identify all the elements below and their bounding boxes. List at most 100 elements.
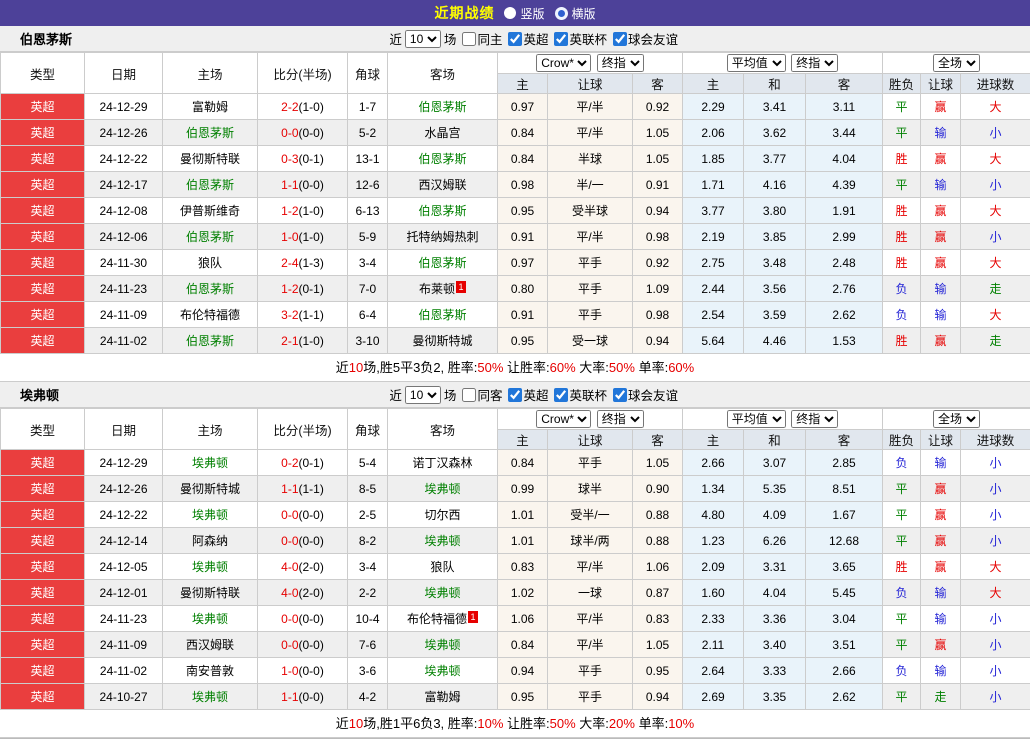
league-badge: 英超 <box>1 476 85 502</box>
match-date: 24-11-02 <box>85 658 163 684</box>
league-badge: 英超 <box>1 302 85 328</box>
league-filter-option[interactable]: 球会友谊 <box>610 29 678 48</box>
league-checkbox[interactable] <box>508 32 522 46</box>
league-badge: 英超 <box>1 684 85 710</box>
odds-away: 0.90 <box>633 476 683 502</box>
avg-away-odds: 2.62 <box>806 684 883 710</box>
summary-segment: 场,胜5平3负2, 胜率: <box>363 360 477 375</box>
section-header-bar: 伯恩茅斯 近 10 场 同主 英超 英联杯 <box>0 26 1030 52</box>
handicap-line: 平/半 <box>548 554 633 580</box>
odds-home: 0.95 <box>498 328 548 354</box>
match-date: 24-12-22 <box>85 502 163 528</box>
handicap-line: 平/半 <box>548 120 633 146</box>
league-checkbox[interactable] <box>613 32 627 46</box>
avg-home-odds: 1.85 <box>683 146 744 172</box>
odds-away: 1.05 <box>633 120 683 146</box>
odds-group-header: Crow* 终指 <box>498 53 683 74</box>
home-team: 埃弗顿 <box>163 450 258 476</box>
league-filter-option[interactable]: 球会友谊 <box>610 385 678 404</box>
col-header-home: 主场 <box>163 409 258 450</box>
col-header-score: 比分(半场) <box>258 409 348 450</box>
fulltime-select[interactable]: 全场 <box>933 54 980 72</box>
away-team: 诺丁汉森林 <box>388 450 498 476</box>
score: 4-0(2-0) <box>258 580 348 606</box>
league-checkbox[interactable] <box>613 388 627 402</box>
odds-away: 0.98 <box>633 302 683 328</box>
score: 1-2(1-0) <box>258 198 348 224</box>
subcol-odds-away: 客 <box>633 74 683 94</box>
home-team: 狼队 <box>163 250 258 276</box>
avg-source-select[interactable]: 平均值 <box>727 54 786 72</box>
match-row: 英超24-11-30狼队2-4(1-3)3-4伯恩茅斯0.97平手0.922.7… <box>1 250 1030 276</box>
games-count-select[interactable]: 10 <box>405 386 441 404</box>
avg-away-odds: 4.04 <box>806 146 883 172</box>
league-filter-option[interactable]: 英联杯 <box>551 29 607 48</box>
result-goals: 小 <box>961 476 1030 502</box>
league-checkbox[interactable] <box>554 388 568 402</box>
same-venue-checkbox[interactable] <box>462 388 476 402</box>
score: 0-0(0-0) <box>258 632 348 658</box>
same-venue-option[interactable]: 同客 <box>459 385 502 404</box>
corner-score: 6-13 <box>348 198 388 224</box>
subcol-odds-away: 客 <box>633 430 683 450</box>
away-team: 伯恩茅斯 <box>388 146 498 172</box>
red-card-badge: 1 <box>468 611 478 623</box>
match-date: 24-12-05 <box>85 554 163 580</box>
corner-score: 3-4 <box>348 250 388 276</box>
odds-source-select[interactable]: Crow* <box>536 54 591 72</box>
fulltime-select[interactable]: 全场 <box>933 410 980 428</box>
league-filter-option[interactable]: 英超 <box>505 29 548 48</box>
odds-away: 1.05 <box>633 450 683 476</box>
radio-unselected-icon <box>555 7 568 20</box>
avg-home-odds: 4.80 <box>683 502 744 528</box>
avg-source-select[interactable]: 平均值 <box>727 410 786 428</box>
avg-away-odds: 2.85 <box>806 450 883 476</box>
result-handicap: 输 <box>921 580 961 606</box>
col-header-corner: 角球 <box>348 409 388 450</box>
summary-segment: 大率: <box>576 716 609 731</box>
odds-time-select[interactable]: 终指 <box>597 410 644 428</box>
same-venue-checkbox[interactable] <box>462 32 476 46</box>
odds-home: 0.91 <box>498 302 548 328</box>
league-badge: 英超 <box>1 632 85 658</box>
away-team: 托特纳姆热刺 <box>388 224 498 250</box>
league-filter-option[interactable]: 英超 <box>505 385 548 404</box>
games-count-select[interactable]: 10 <box>405 30 441 48</box>
layout-option-vertical[interactable]: 竖版 <box>504 5 544 22</box>
avg-draw-odds: 3.85 <box>744 224 806 250</box>
home-team: 埃弗顿 <box>163 502 258 528</box>
odds-time-select[interactable]: 终指 <box>597 54 644 72</box>
summary-segment: 10 <box>349 716 363 731</box>
summary-segment: 10% <box>477 716 503 731</box>
league-checkbox[interactable] <box>508 388 522 402</box>
avg-away-odds: 1.67 <box>806 502 883 528</box>
score: 0-0(0-0) <box>258 502 348 528</box>
layout-option-horizontal[interactable]: 横版 <box>555 5 596 22</box>
same-venue-option[interactable]: 同主 <box>459 29 502 48</box>
result-goals: 走 <box>961 276 1030 302</box>
match-date: 24-12-14 <box>85 528 163 554</box>
handicap-line: 平/半 <box>548 94 633 120</box>
league-filter-option[interactable]: 英联杯 <box>551 385 607 404</box>
layout-option-horizontal-label: 横版 <box>572 5 596 22</box>
avg-draw-odds: 4.16 <box>744 172 806 198</box>
handicap-line: 平手 <box>548 250 633 276</box>
score: 3-2(1-1) <box>258 302 348 328</box>
avg-draw-odds: 4.04 <box>744 580 806 606</box>
league-checkbox[interactable] <box>554 32 568 46</box>
match-row: 英超24-12-26伯恩茅斯0-0(0-0)5-2水晶宫0.84平/半1.052… <box>1 120 1030 146</box>
score: 1-1(0-0) <box>258 172 348 198</box>
handicap-line: 半/一 <box>548 172 633 198</box>
corner-score: 4-2 <box>348 684 388 710</box>
matches-table: 类型 日期 主场 比分(半场) 角球 客场 Crow* 终指 平均值 终指 <box>0 52 1030 354</box>
match-date: 24-12-26 <box>85 476 163 502</box>
subcol-avg-away: 客 <box>806 74 883 94</box>
league-badge: 英超 <box>1 146 85 172</box>
odds-source-select[interactable]: Crow* <box>536 410 591 428</box>
stats-summary: 近10场,胜5平3负2, 胜率:50% 让胜率:60% 大率:50% 单率:60… <box>0 354 1030 382</box>
avg-time-select[interactable]: 终指 <box>791 54 838 72</box>
odds-home: 0.98 <box>498 172 548 198</box>
handicap-line: 球半/两 <box>548 528 633 554</box>
same-venue-label: 同客 <box>477 385 502 404</box>
avg-time-select[interactable]: 终指 <box>791 410 838 428</box>
